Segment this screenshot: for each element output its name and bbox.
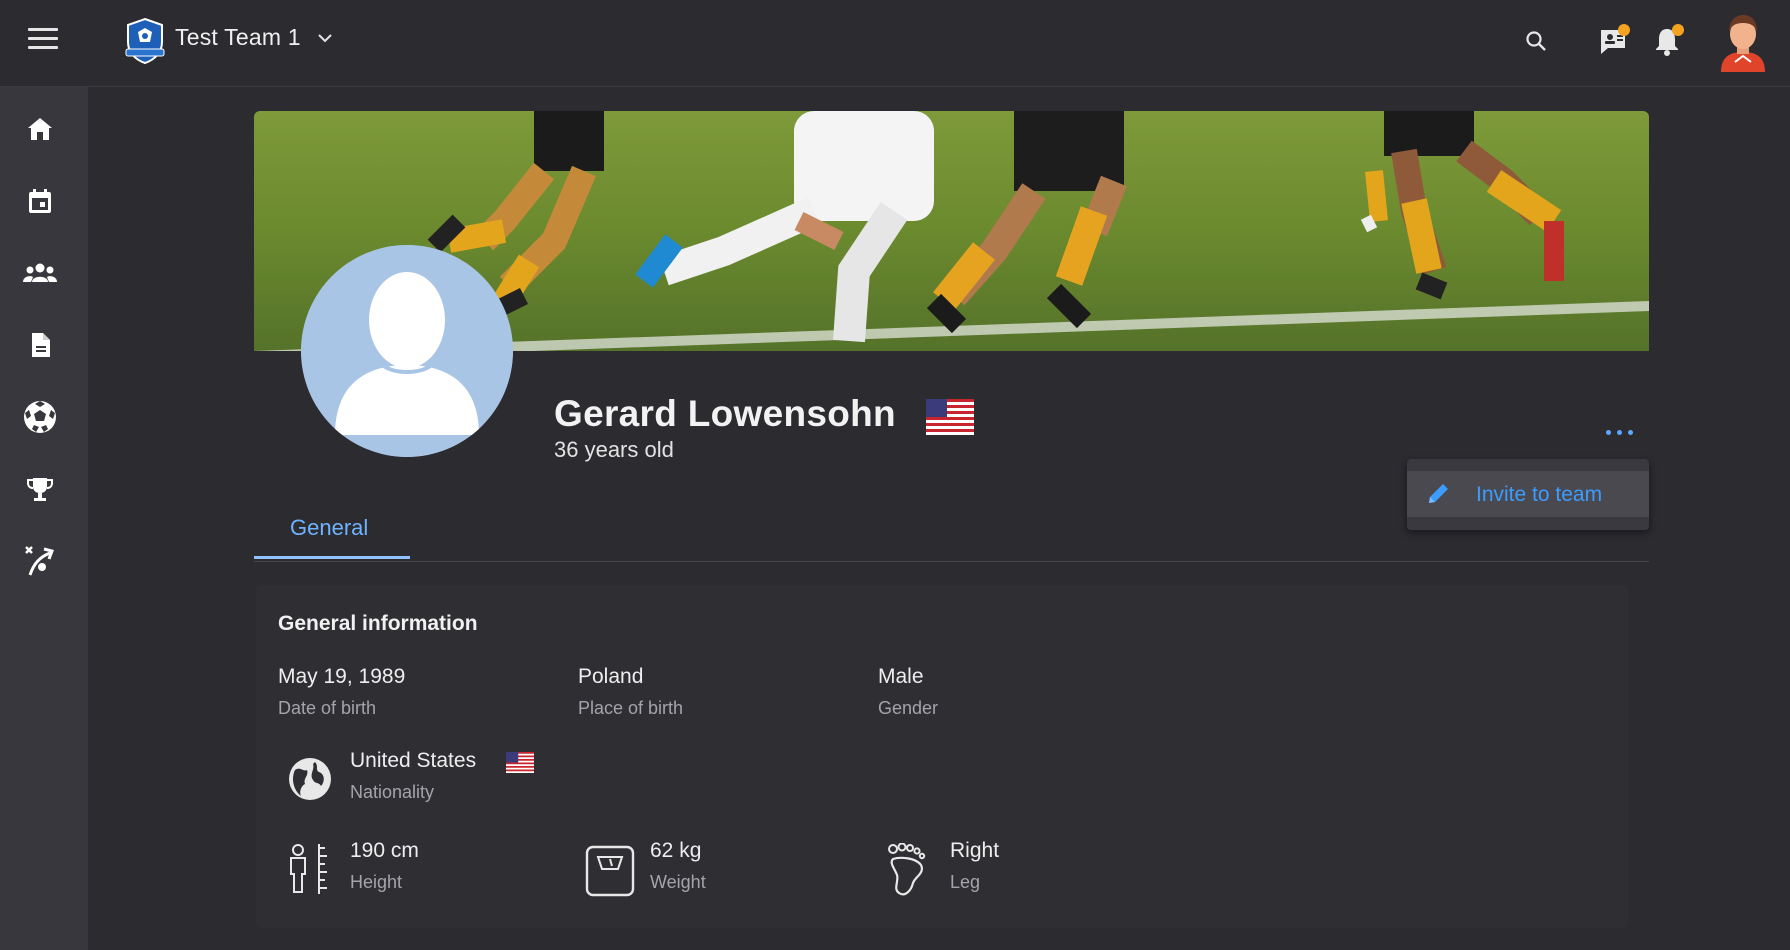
home-icon[interactable]: [20, 109, 60, 149]
us-flag-icon: [926, 399, 974, 435]
pob-label: Place of birth: [578, 698, 684, 718]
options-menu: Invite to team: [1407, 459, 1649, 530]
notification-dot: [1672, 24, 1684, 36]
tab-general-label: General: [290, 515, 369, 540]
foot-icon: [888, 843, 926, 896]
leg-label: Leg: [950, 872, 981, 892]
player-name: Gerard Lowensohn: [554, 393, 896, 434]
nationality-value: United States: [350, 749, 477, 772]
player-age: 36 years old: [554, 437, 674, 462]
team-logo[interactable]: [120, 16, 170, 66]
user-avatar[interactable]: [1715, 10, 1771, 72]
trophy-icon[interactable]: [20, 469, 60, 509]
gender-value: Male: [878, 665, 924, 688]
chevron-down-icon[interactable]: [314, 27, 336, 49]
team-name[interactable]: Test Team 1: [175, 24, 301, 51]
team-icon[interactable]: [20, 253, 60, 293]
gender-label: Gender: [878, 698, 939, 718]
height-label: Height: [350, 872, 403, 892]
top-bar: Test Team 1: [0, 0, 1790, 87]
dob-label: Date of birth: [278, 698, 377, 718]
notification-dot: [1618, 24, 1630, 36]
tab-general[interactable]: General: [254, 505, 410, 559]
invite-to-team-menu-item[interactable]: Invite to team: [1407, 471, 1649, 517]
weight-label: Weight: [650, 872, 706, 892]
document-icon[interactable]: [20, 325, 60, 365]
sidebar: [0, 87, 88, 950]
tab-divider: [254, 561, 1649, 562]
height-icon: [290, 844, 327, 894]
pob-value: Poland: [578, 665, 644, 688]
globe-icon: [289, 758, 331, 800]
search-icon[interactable]: [1517, 22, 1555, 60]
menu-icon[interactable]: [28, 28, 58, 52]
profile-avatar: [301, 245, 513, 457]
pencil-icon: [1429, 484, 1448, 503]
general-info-title: General information: [278, 612, 478, 635]
height-value: 190 cm: [350, 839, 419, 862]
leg-value: Right: [950, 839, 1000, 862]
bell-icon[interactable]: [1648, 22, 1686, 60]
calendar-icon[interactable]: [20, 181, 60, 221]
football-icon[interactable]: [20, 397, 60, 437]
scale-icon: [585, 845, 635, 897]
tactics-icon[interactable]: [20, 541, 60, 581]
more-options-button[interactable]: [1604, 420, 1636, 444]
weight-value: 62 kg: [650, 839, 702, 862]
invite-to-team-label: Invite to team: [1476, 483, 1603, 506]
messages-icon[interactable]: [1594, 22, 1632, 60]
dob-value: May 19, 1989: [278, 665, 406, 688]
nationality-label: Nationality: [350, 782, 435, 802]
tab-active-indicator: [254, 556, 410, 559]
us-flag-icon: [506, 752, 534, 773]
